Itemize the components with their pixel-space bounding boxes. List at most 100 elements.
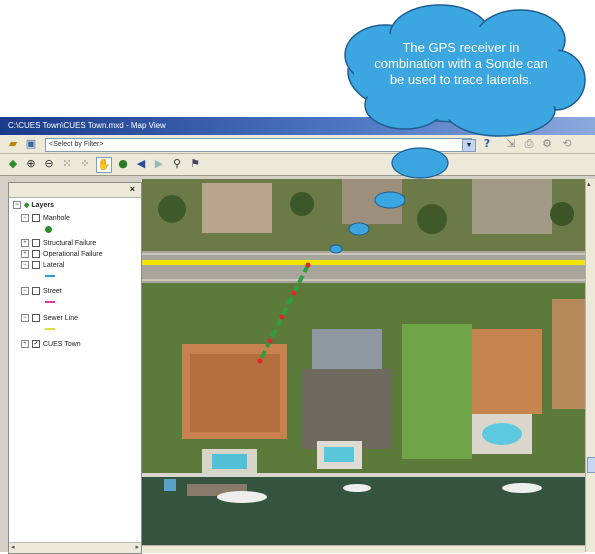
full-extent-icon[interactable]: ⁙ — [60, 157, 74, 171]
toc-horizontal-scrollbar[interactable]: ◂ ▸ — [9, 542, 141, 553]
export-icon[interactable]: ⇲ — [504, 137, 518, 151]
collapse-icon[interactable]: − — [21, 287, 29, 296]
seawall — [142, 473, 585, 477]
tree — [290, 192, 314, 216]
toc-root-label: Layers — [31, 202, 54, 209]
toc-layer-sewer-line[interactable]: − Sewer Line — [21, 314, 78, 324]
map-view[interactable] — [142, 179, 585, 552]
roof-detail — [190, 354, 280, 432]
layer-checkbox[interactable] — [32, 250, 40, 259]
table-of-contents-panel: × − ◆ Layers − Manhole + Structural Failure … — [8, 182, 142, 554]
expand-icon[interactable]: + — [21, 340, 29, 349]
road-edge — [142, 279, 585, 281]
chevron-down-icon[interactable]: ▼ — [462, 139, 476, 152]
expand-icon[interactable]: + — [21, 250, 29, 259]
layer-checkbox[interactable] — [32, 314, 40, 323]
layer-icon[interactable]: ◆ — [6, 157, 20, 171]
pan-icon[interactable]: ✋ — [96, 157, 112, 173]
scroll-left-icon[interactable]: ◂ — [11, 543, 15, 551]
house-edge-roof — [552, 299, 585, 409]
collapse-icon[interactable]: − — [13, 201, 21, 210]
toc-layer-cues-town[interactable]: + ✓ CUES Town — [21, 340, 81, 350]
toc-layer-structural-failure[interactable]: + Structural Failure — [21, 239, 96, 249]
open-icon[interactable]: ▰ — [6, 137, 20, 151]
tree — [158, 195, 186, 223]
close-icon[interactable]: × — [130, 184, 135, 194]
zoom-in-icon[interactable]: ⊕ — [24, 157, 38, 171]
toc-layer-manhole[interactable]: − Manhole — [21, 214, 70, 224]
house-grey-roof — [312, 329, 382, 369]
sewer-line-symbol-icon — [45, 328, 55, 330]
street-symbol-icon — [45, 301, 55, 303]
expand-icon[interactable]: + — [21, 239, 29, 248]
layer-label: Sewer Line — [43, 315, 79, 322]
dock-structure — [164, 479, 176, 491]
navigation-toolbar: ◆ ⊕ ⊖ ⁙ ⁘ ✋ ● ◀ ▶ ⚲ ⚑ — [0, 154, 595, 176]
callout-text: The GPS receiver in combination with a S… — [374, 40, 548, 87]
toc-layer-operational-failure[interactable]: + Operational Failure — [21, 250, 103, 260]
add-data-icon[interactable]: ▣ — [24, 137, 38, 151]
road-edge — [142, 253, 585, 255]
toc-layer-lateral[interactable]: − Lateral — [21, 261, 64, 271]
window-title: C:\CUES Town\CUES Town.mxd - Map View — [8, 121, 166, 130]
settings-icon[interactable]: ⚙ — [540, 137, 554, 151]
map-vertical-scrollbar[interactable]: ▴ — [585, 179, 595, 552]
house-dark-roof — [302, 369, 392, 449]
scroll-right-icon[interactable]: ▸ — [135, 543, 139, 551]
layer-checkbox[interactable] — [32, 261, 40, 270]
layer-label: Street — [43, 288, 62, 295]
back-icon[interactable]: ◀ — [134, 157, 148, 171]
trace-point — [257, 358, 263, 364]
pool — [212, 454, 247, 469]
collapse-icon[interactable]: − — [21, 261, 29, 270]
manhole-symbol-icon — [45, 226, 52, 233]
layer-checkbox-checked[interactable]: ✓ — [32, 340, 40, 349]
layer-label: Operational Failure — [43, 251, 103, 258]
scroll-up-icon[interactable]: ▴ — [587, 180, 591, 188]
history-icon[interactable]: ⟲ — [560, 137, 574, 151]
trace-point — [267, 338, 273, 344]
road — [142, 251, 585, 283]
trace-point — [291, 290, 297, 296]
layer-checkbox[interactable] — [32, 214, 40, 223]
layer-checkbox[interactable] — [32, 287, 40, 296]
main-toolbar: ▰ ▣ <Select by Filter> ▼ ? ⇲ ⎙ ⚙ ⟲ — [0, 135, 595, 154]
fixed-zoom-icon[interactable]: ⁘ — [78, 157, 92, 171]
pool — [482, 423, 522, 445]
north-house-1 — [202, 183, 272, 233]
house-tile-roof-2 — [472, 329, 542, 414]
toc-header: × — [9, 183, 141, 198]
boat — [217, 491, 267, 503]
window-title-bar: C:\CUES Town\CUES Town.mxd - Map View — [0, 117, 595, 135]
find-icon[interactable]: ⚲ — [170, 157, 184, 171]
collapse-icon[interactable]: − — [21, 214, 29, 223]
north-house-3 — [472, 179, 552, 234]
gis-application-window: C:\CUES Town\CUES Town.mxd - Map View ▰ … — [0, 117, 595, 554]
forward-icon[interactable]: ▶ — [152, 157, 166, 171]
print-icon[interactable]: ⎙ — [522, 137, 536, 151]
layer-checkbox[interactable] — [32, 239, 40, 248]
toc-layer-street[interactable]: − Street — [21, 287, 62, 297]
toc-root-layers[interactable]: − ◆ Layers — [13, 201, 54, 211]
tree — [417, 204, 447, 234]
collapse-icon[interactable]: − — [21, 314, 29, 323]
north-house-2 — [342, 179, 402, 224]
select-by-filter-dropdown[interactable]: <Select by Filter> — [45, 138, 472, 152]
identify-icon[interactable]: ⚑ — [188, 157, 202, 171]
layer-label: Manhole — [43, 215, 70, 222]
select-by-filter-value: <Select by Filter> — [49, 141, 104, 148]
aerial-map[interactable] — [142, 179, 585, 552]
pool — [324, 447, 354, 462]
zoom-out-icon[interactable]: ⊖ — [42, 157, 56, 171]
lawn — [402, 324, 472, 459]
boat — [502, 483, 542, 493]
layer-label: CUES Town — [43, 341, 81, 348]
help-icon[interactable]: ? — [480, 137, 494, 151]
globe-icon[interactable]: ● — [116, 157, 130, 171]
lateral-symbol-icon — [45, 275, 55, 277]
trace-point — [279, 314, 285, 320]
tree — [550, 202, 574, 226]
scroll-thumb[interactable] — [587, 457, 595, 473]
trace-point — [305, 262, 311, 268]
boat — [343, 484, 371, 492]
